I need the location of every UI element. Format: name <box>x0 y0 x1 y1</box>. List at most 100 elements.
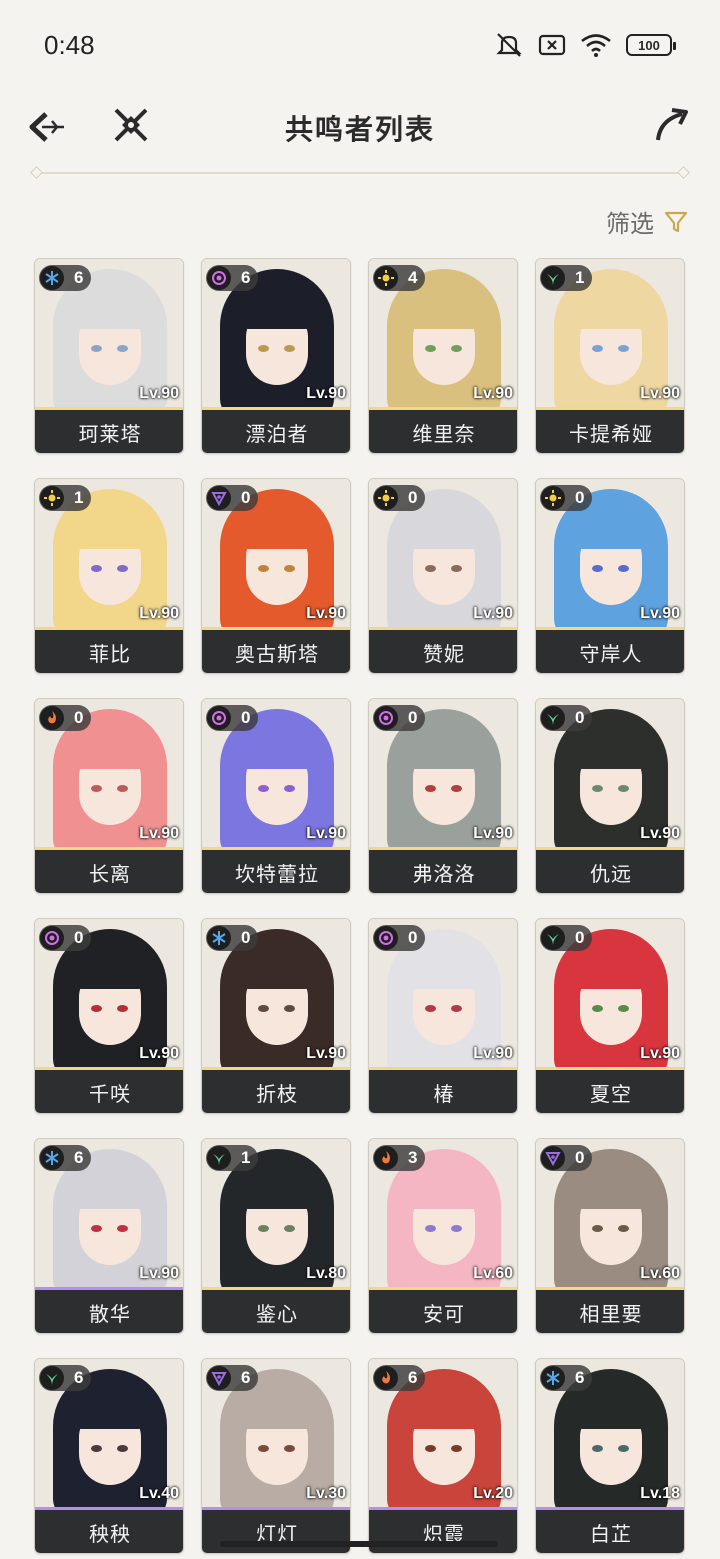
character-card[interactable]: Lv.90 0 守岸人 <box>535 478 685 674</box>
chain-badge: 0 <box>540 1145 592 1171</box>
character-card[interactable]: Lv.40 6 秧秧 <box>34 1358 184 1554</box>
chain-badge: 0 <box>373 925 425 951</box>
chain-badge: 0 <box>373 705 425 731</box>
chain-badge: 1 <box>206 1145 258 1171</box>
filter-button[interactable]: 筛选 <box>606 204 688 239</box>
level-label: Lv.90 <box>473 1045 513 1062</box>
chain-badge: 0 <box>206 705 258 731</box>
aero-element-icon <box>207 1146 231 1170</box>
chain-badge: 0 <box>540 705 592 731</box>
character-name: 卡提希娅 <box>536 410 684 453</box>
character-card[interactable]: Lv.90 0 折枝 <box>201 918 351 1114</box>
status-time: 0:48 <box>44 30 95 60</box>
character-card[interactable]: Lv.90 0 坎特蕾拉 <box>201 698 351 894</box>
level-label: Lv.90 <box>306 825 346 842</box>
mute-icon <box>494 32 524 58</box>
character-card[interactable]: Lv.90 4 维里奈 <box>368 258 518 454</box>
havoc-element-icon <box>541 1146 565 1170</box>
character-name: 秧秧 <box>35 1510 183 1553</box>
character-card[interactable]: Lv.20 6 炽霞 <box>368 1358 518 1554</box>
level-label: Lv.20 <box>473 1485 513 1502</box>
character-card[interactable]: Lv.90 6 漂泊者 <box>201 258 351 454</box>
chain-count: 6 <box>241 268 251 287</box>
glacio-element-icon <box>207 926 231 950</box>
chain-badge: 1 <box>540 265 592 291</box>
chain-count: 0 <box>241 928 251 947</box>
fusion-element-icon <box>374 1146 398 1170</box>
chain-badge: 6 <box>39 1365 91 1391</box>
no-sim-icon <box>538 33 566 57</box>
chain-count: 6 <box>575 1368 585 1387</box>
character-card[interactable]: Lv.90 1 菲比 <box>34 478 184 674</box>
character-card[interactable]: Lv.90 1 卡提希娅 <box>535 258 685 454</box>
chain-badge: 0 <box>373 485 425 511</box>
character-name: 白芷 <box>536 1510 684 1553</box>
glacio-element-icon <box>40 1146 64 1170</box>
character-name: 相里要 <box>536 1290 684 1333</box>
level-label: Lv.90 <box>306 1045 346 1062</box>
character-name: 灯灯 <box>202 1510 350 1553</box>
level-label: Lv.90 <box>139 605 179 622</box>
level-label: Lv.90 <box>473 825 513 842</box>
character-card[interactable]: Lv.18 6 白芷 <box>535 1358 685 1554</box>
chain-badge: 0 <box>39 705 91 731</box>
chain-badge: 0 <box>39 925 91 951</box>
character-card[interactable]: Lv.90 0 千咲 <box>34 918 184 1114</box>
chain-count: 1 <box>575 268 585 287</box>
aero-element-icon <box>541 266 565 290</box>
wifi-icon <box>580 32 612 58</box>
character-name: 椿 <box>369 1070 517 1113</box>
chain-count: 3 <box>408 1148 418 1167</box>
character-card[interactable]: Lv.60 0 相里要 <box>535 1138 685 1334</box>
chain-count: 6 <box>74 1368 84 1387</box>
spectro-element-icon <box>40 486 64 510</box>
share-arrow-icon <box>656 108 688 141</box>
character-name: 漂泊者 <box>202 410 350 453</box>
chain-badge: 6 <box>373 1365 425 1391</box>
character-card[interactable]: Lv.30 6 灯灯 <box>201 1358 351 1554</box>
character-card[interactable]: Lv.80 1 鉴心 <box>201 1138 351 1334</box>
character-card[interactable]: Lv.90 6 珂莱塔 <box>34 258 184 454</box>
character-name: 安可 <box>369 1290 517 1333</box>
chain-count: 6 <box>74 1148 84 1167</box>
chain-badge: 6 <box>206 1365 258 1391</box>
chain-count: 0 <box>575 488 585 507</box>
character-card[interactable]: Lv.90 0 椿 <box>368 918 518 1114</box>
chain-count: 0 <box>575 928 585 947</box>
page-title: 共鸣者列表 <box>284 113 435 146</box>
chain-count: 0 <box>74 928 84 947</box>
character-card[interactable]: Lv.90 0 夏空 <box>535 918 685 1114</box>
electro-element-icon <box>207 706 231 730</box>
character-name: 折枝 <box>202 1070 350 1113</box>
chain-count: 6 <box>241 1368 251 1387</box>
chain-badge: 6 <box>39 265 91 291</box>
character-name: 菲比 <box>35 630 183 673</box>
character-card[interactable]: Lv.90 0 赞妮 <box>368 478 518 674</box>
fusion-element-icon <box>40 706 64 730</box>
electro-element-icon <box>374 706 398 730</box>
spectro-element-icon <box>541 486 565 510</box>
character-name: 长离 <box>35 850 183 893</box>
level-label: Lv.30 <box>306 1485 346 1502</box>
chain-count: 6 <box>74 268 84 287</box>
chain-badge: 1 <box>39 485 91 511</box>
character-card[interactable]: Lv.90 0 长离 <box>34 698 184 894</box>
character-card[interactable]: Lv.90 0 仇远 <box>535 698 685 894</box>
character-card[interactable]: Lv.90 0 弗洛洛 <box>368 698 518 894</box>
character-card[interactable]: Lv.60 3 安可 <box>368 1138 518 1334</box>
chain-badge: 6 <box>206 265 258 291</box>
chain-count: 1 <box>74 488 84 507</box>
share-button[interactable] <box>654 104 690 146</box>
chain-count: 0 <box>241 708 251 727</box>
home-indicator[interactable] <box>220 1541 498 1547</box>
level-label: Lv.90 <box>139 1045 179 1062</box>
character-card[interactable]: Lv.90 0 奥古斯塔 <box>201 478 351 674</box>
havoc-element-icon <box>207 486 231 510</box>
character-card[interactable]: Lv.90 6 散华 <box>34 1138 184 1334</box>
status-icons: 100 <box>494 32 676 58</box>
character-grid: Lv.90 6 珂莱塔 Lv.90 6 漂泊者 Lv.90 4 维里奈 Lv.9… <box>34 258 688 1554</box>
battery-icon: 100 <box>626 34 676 56</box>
chain-count: 4 <box>408 268 418 287</box>
character-name: 坎特蕾拉 <box>202 850 350 893</box>
chain-badge: 0 <box>206 485 258 511</box>
